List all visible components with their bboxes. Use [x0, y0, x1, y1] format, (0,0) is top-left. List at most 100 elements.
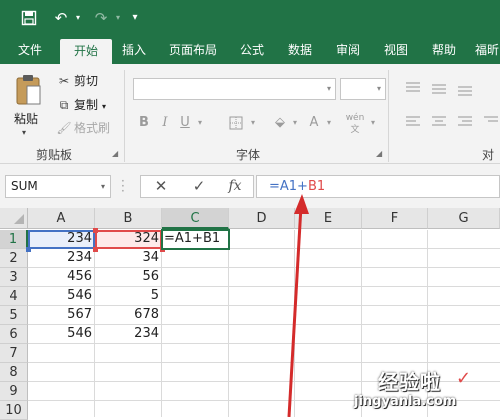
cut-label: 剪切 [74, 74, 99, 88]
cell-a1[interactable]: 234 [28, 230, 95, 249]
font-name-select[interactable] [133, 78, 336, 100]
undo-dropdown-icon[interactable]: ▾ [72, 8, 84, 28]
paste-icon[interactable] [16, 74, 42, 106]
watermark-title: 经验啦 [378, 370, 441, 394]
ref-handle-b1[interactable] [93, 247, 98, 252]
row-header-6[interactable]: 6 [0, 325, 28, 344]
tab-foxit[interactable]: 福昕 [470, 37, 500, 64]
fill-dropdown-icon[interactable]: ▾ [290, 112, 300, 134]
formula-bar-grip-icon[interactable]: · · · [121, 175, 127, 197]
row-header-10[interactable]: 10 [0, 401, 28, 420]
cell-b3[interactable]: 56 [95, 268, 162, 287]
column-header-a[interactable]: A [28, 208, 95, 229]
cell-c1[interactable]: =A1+B1 [161, 229, 230, 250]
cell-b1[interactable]: 324 [95, 230, 162, 249]
font-color-dropdown-icon[interactable]: ▾ [324, 112, 334, 134]
name-box-dropdown-icon[interactable]: ▾ [96, 175, 110, 198]
tab-insert[interactable]: 插入 [112, 37, 156, 64]
formula-ref-b1: B1 [307, 179, 326, 194]
clipboard-launcher-icon[interactable]: ◢ [112, 149, 118, 158]
formula-bar-area: SUM ▾ · · · ✕ ✓ fx =A1+B1 [0, 164, 500, 208]
column-header-g[interactable]: G [428, 208, 500, 229]
tab-help[interactable]: 帮助 [422, 37, 466, 64]
row-header-7[interactable]: 7 [0, 344, 28, 363]
redo-dropdown-icon[interactable]: ▾ [112, 8, 124, 28]
ref-handle-a1[interactable] [26, 247, 31, 252]
underline-dropdown-icon[interactable]: ▾ [195, 112, 205, 134]
redo-icon[interactable]: ↷ [90, 8, 112, 28]
cell-a2[interactable]: 234 [28, 249, 95, 268]
font-size-dropdown-icon[interactable]: ▾ [372, 78, 386, 100]
enter-button[interactable]: ✓ [186, 175, 212, 198]
phonetic-label: wén [345, 113, 365, 123]
tab-home[interactable]: 开始 [60, 39, 112, 64]
formula-prefix: =A1+ [269, 179, 308, 194]
column-header-f[interactable]: F [362, 208, 428, 229]
row-header-5[interactable]: 5 [0, 306, 28, 325]
row-header-4[interactable]: 4 [0, 287, 28, 306]
brush-icon: 🖌 [56, 121, 72, 135]
undo-icon[interactable]: ↶ [50, 8, 72, 28]
tab-file[interactable]: 文件 [6, 37, 54, 64]
font-group-label: 字体 [236, 148, 261, 162]
border-icon[interactable] [226, 112, 246, 134]
align-top-icon[interactable] [404, 80, 500, 144]
font-name-dropdown-icon[interactable]: ▾ [322, 78, 336, 100]
insert-function-button[interactable]: fx [222, 175, 248, 198]
paste-button[interactable]: 粘贴 [14, 110, 38, 127]
tab-review[interactable]: 审阅 [326, 37, 370, 64]
cell-b6[interactable]: 234 [95, 325, 162, 344]
tab-data[interactable]: 数据 [278, 37, 322, 64]
column-header-d[interactable]: D [229, 208, 295, 229]
column-header-b[interactable]: B [95, 208, 162, 229]
bold-button[interactable]: B [136, 112, 152, 134]
watermark-url: jingyanla.com [354, 394, 457, 409]
cancel-button[interactable]: ✕ [148, 175, 174, 198]
italic-button[interactable]: I [158, 112, 172, 134]
phonetic-icon[interactable]: wén 文 [344, 112, 366, 135]
cell-b4[interactable]: 5 [95, 287, 162, 306]
font-color-icon[interactable]: A [306, 112, 322, 134]
select-all-button[interactable] [0, 208, 28, 229]
underline-button[interactable]: U [178, 112, 192, 134]
paste-dropdown-icon[interactable]: ▾ [22, 128, 26, 137]
row-header-3[interactable]: 3 [0, 268, 28, 287]
copy-dropdown-icon: ▾ [102, 102, 107, 111]
customize-qat-icon[interactable]: ▾ [128, 8, 142, 28]
copy-icon: ⧉ [59, 98, 69, 112]
cell-a6[interactable]: 546 [28, 325, 95, 344]
tab-formulas[interactable]: 公式 [230, 37, 274, 64]
cell-a4[interactable]: 546 [28, 287, 95, 306]
fill-color-icon[interactable]: ⬙ [272, 112, 288, 134]
row-header-1[interactable]: 1 [0, 230, 28, 249]
clipboard-group-label: 剪贴板 [36, 148, 73, 162]
ref-handle-b1-top[interactable] [93, 228, 98, 233]
cell-b5[interactable]: 678 [95, 306, 162, 325]
title-bar: ↶ ▾ ↷ ▾ ▾ [0, 0, 500, 37]
tab-page-layout[interactable]: 页面布局 [158, 37, 228, 64]
phonetic-dropdown-icon[interactable]: ▾ [368, 112, 378, 134]
divider [124, 70, 125, 162]
cell-a3[interactable]: 456 [28, 268, 95, 287]
format-painter-label: 格式刷 [74, 121, 111, 135]
save-icon[interactable] [18, 8, 40, 28]
formula-input[interactable]: =A1+B1 [256, 175, 500, 198]
column-header-c[interactable]: C [162, 208, 229, 229]
border-dropdown-icon[interactable]: ▾ [248, 112, 258, 134]
format-painter-button[interactable]: 🖌 格式刷 [56, 119, 110, 137]
cut-button[interactable]: ✂ 剪切 [56, 72, 98, 90]
scissors-icon: ✂ [58, 74, 70, 88]
copy-button[interactable]: ⧉ 复制 ▾ [56, 96, 106, 114]
divider [388, 70, 389, 162]
cell-b2[interactable]: 34 [95, 249, 162, 268]
watermark-check-icon: ✓ [456, 368, 472, 389]
ribbon-tabs: 文件 开始 插入 页面布局 公式 数据 审阅 视图 帮助 福昕 [0, 37, 500, 64]
row-header-2[interactable]: 2 [0, 249, 28, 268]
cell-a5[interactable]: 567 [28, 306, 95, 325]
copy-label: 复制 [74, 98, 99, 112]
row-header-9[interactable]: 9 [0, 382, 28, 401]
column-header-e[interactable]: E [295, 208, 362, 229]
tab-view[interactable]: 视图 [374, 37, 418, 64]
font-launcher-icon[interactable]: ◢ [376, 149, 382, 158]
row-header-8[interactable]: 8 [0, 363, 28, 382]
